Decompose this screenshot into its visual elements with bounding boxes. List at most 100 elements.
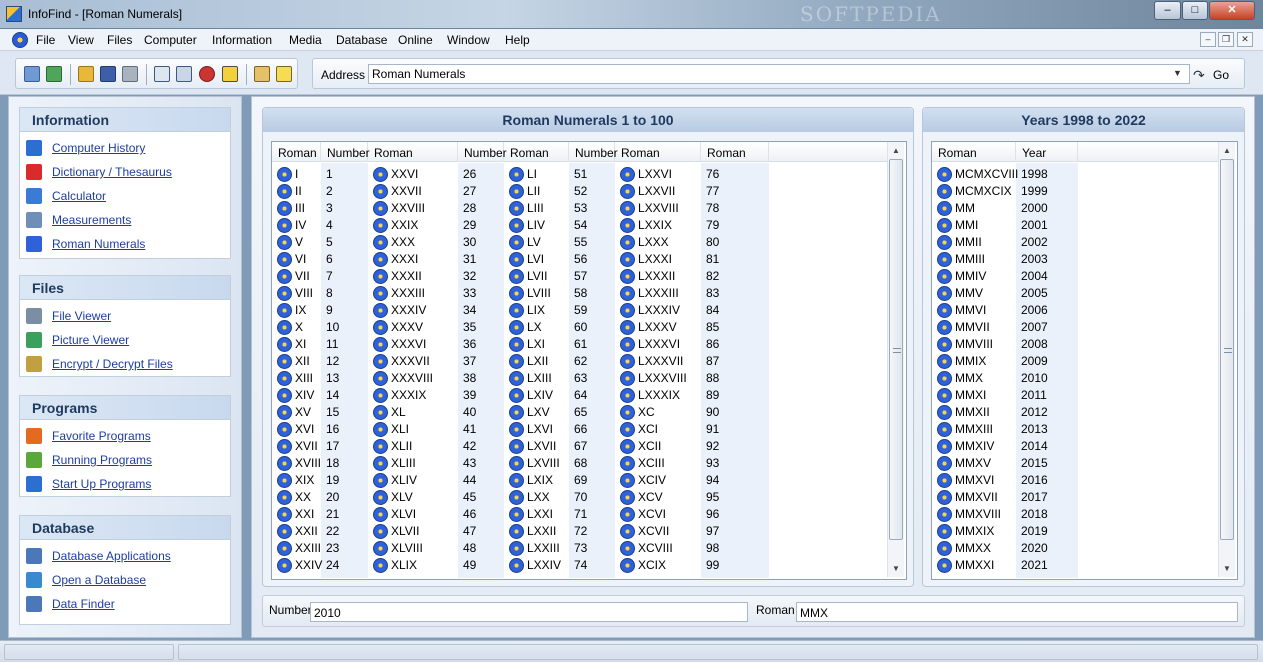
menu-files[interactable]: Files <box>107 33 132 47</box>
list-item[interactable]: MM <box>937 200 1015 217</box>
list-item[interactable]: XCVI <box>620 506 700 523</box>
list-item[interactable]: MMV <box>937 285 1015 302</box>
list-item[interactable]: I <box>277 166 320 183</box>
menu-media[interactable]: Media <box>289 33 322 47</box>
sidebar-group-title[interactable]: Database <box>20 516 230 540</box>
list-item[interactable]: MMX <box>937 370 1015 387</box>
list-item[interactable]: MMIII <box>937 251 1015 268</box>
list-item[interactable]: LXVII <box>509 438 568 455</box>
column-header[interactable]: Roman <box>615 142 701 162</box>
list-item[interactable]: IV <box>277 217 320 234</box>
list-item[interactable]: LXII <box>509 353 568 370</box>
list-item[interactable]: MMXIII <box>937 421 1015 438</box>
list-item[interactable]: LXXIII <box>509 540 568 557</box>
list-item[interactable]: MMXV <box>937 455 1015 472</box>
list-item[interactable]: MMXX <box>937 540 1015 557</box>
app-menu-icon[interactable] <box>12 32 28 48</box>
sidebar-item-label[interactable]: Start Up Programs <box>52 477 151 491</box>
list-item[interactable]: XVII <box>277 438 320 455</box>
list-item[interactable]: LXXII <box>509 523 568 540</box>
open-folder-icon[interactable] <box>78 66 94 82</box>
list-item[interactable]: LI <box>509 166 568 183</box>
list-item[interactable]: XL <box>373 404 457 421</box>
scroll-down-icon[interactable]: ▼ <box>888 560 904 577</box>
list-item[interactable]: XLIV <box>373 472 457 489</box>
list-item[interactable]: XX <box>277 489 320 506</box>
column-header[interactable]: Roman <box>368 142 458 162</box>
list-item[interactable]: MMI <box>937 217 1015 234</box>
context-help-icon[interactable] <box>276 66 292 82</box>
list-item[interactable]: LXXXVII <box>620 353 700 370</box>
sidebar-item-label[interactable]: File Viewer <box>52 309 111 323</box>
list-item[interactable]: XVI <box>277 421 320 438</box>
list-item[interactable]: LIV <box>509 217 568 234</box>
list-item[interactable]: XXXIII <box>373 285 457 302</box>
list-item[interactable]: LII <box>509 183 568 200</box>
list-item[interactable]: MMXVIII <box>937 506 1015 523</box>
list-item[interactable]: XXX <box>373 234 457 251</box>
menu-information[interactable]: Information <box>212 33 272 47</box>
list-item[interactable]: XC <box>620 404 700 421</box>
menu-view[interactable]: View <box>68 33 94 47</box>
list-item[interactable]: MMXXI <box>937 557 1015 574</box>
list-item[interactable]: III <box>277 200 320 217</box>
list-item[interactable]: XLIX <box>373 557 457 574</box>
help-icon[interactable] <box>222 66 238 82</box>
column-header[interactable]: Number <box>458 142 507 162</box>
sidebar-item-label[interactable]: Encrypt / Decrypt Files <box>52 357 173 371</box>
list-item[interactable]: XLVII <box>373 523 457 540</box>
list-item[interactable]: XCVIII <box>620 540 700 557</box>
list-item[interactable]: LXXXVI <box>620 336 700 353</box>
mdi-minimize-button[interactable]: – <box>1200 32 1216 47</box>
close-button[interactable]: ✕ <box>1209 1 1255 20</box>
list-item[interactable]: XXVII <box>373 183 457 200</box>
list-item[interactable]: MMIV <box>937 268 1015 285</box>
list-item[interactable]: LXV <box>509 404 568 421</box>
list-item[interactable]: LXX <box>509 489 568 506</box>
sidebar-group-title[interactable]: Information <box>20 108 230 132</box>
list-item[interactable]: XXXVII <box>373 353 457 370</box>
copy-icon[interactable] <box>176 66 192 82</box>
list-item[interactable]: XXIX <box>373 217 457 234</box>
list-item[interactable]: XLV <box>373 489 457 506</box>
menu-database[interactable]: Database <box>336 33 387 47</box>
list-item[interactable]: XXXIV <box>373 302 457 319</box>
list-item[interactable]: LXIV <box>509 387 568 404</box>
vertical-scrollbar[interactable]: ▲ ▼ <box>887 142 904 577</box>
list-item[interactable]: MCMXCIX <box>937 183 1015 200</box>
list-item[interactable]: LV <box>509 234 568 251</box>
sidebar-item-label[interactable]: Running Programs <box>52 453 152 467</box>
sidebar-item-label[interactable]: Computer History <box>52 141 145 155</box>
list-item[interactable]: LXIX <box>509 472 568 489</box>
list-item[interactable]: XXVIII <box>373 200 457 217</box>
list-item[interactable]: XV <box>277 404 320 421</box>
list-item[interactable]: XCI <box>620 421 700 438</box>
scroll-thumb[interactable] <box>1220 159 1234 540</box>
go-icon[interactable]: ↷ <box>1193 67 1205 84</box>
list-item[interactable]: VII <box>277 268 320 285</box>
mdi-restore-button[interactable]: ❐ <box>1218 32 1234 47</box>
report-icon[interactable] <box>24 66 40 82</box>
list-item[interactable]: LXXXIV <box>620 302 700 319</box>
sidebar-item-label[interactable]: Calculator <box>52 189 106 203</box>
list-item[interactable]: MMVI <box>937 302 1015 319</box>
list-item[interactable]: XXI <box>277 506 320 523</box>
list-item[interactable]: MMVIII <box>937 336 1015 353</box>
panel-icon[interactable] <box>154 66 170 82</box>
sidebar-item-label[interactable]: Picture Viewer <box>52 333 129 347</box>
list-item[interactable]: LXXXV <box>620 319 700 336</box>
column-header[interactable]: Number <box>569 142 618 162</box>
sidebar-item-label[interactable]: Database Applications <box>52 549 171 563</box>
column-header[interactable]: Number <box>321 142 370 162</box>
list-item[interactable]: XXXVIII <box>373 370 457 387</box>
menu-help[interactable]: Help <box>505 33 530 47</box>
list-item[interactable]: XVIII <box>277 455 321 472</box>
list-item[interactable]: XXIV <box>277 557 322 574</box>
user-icon[interactable] <box>46 66 62 82</box>
list-item[interactable]: XLVIII <box>373 540 457 557</box>
column-header[interactable]: Year <box>1016 142 1078 162</box>
list-item[interactable]: LVII <box>509 268 568 285</box>
list-item[interactable]: MMXI <box>937 387 1015 404</box>
list-item[interactable]: XI <box>277 336 320 353</box>
sidebar-group-title[interactable]: Files <box>20 276 230 300</box>
